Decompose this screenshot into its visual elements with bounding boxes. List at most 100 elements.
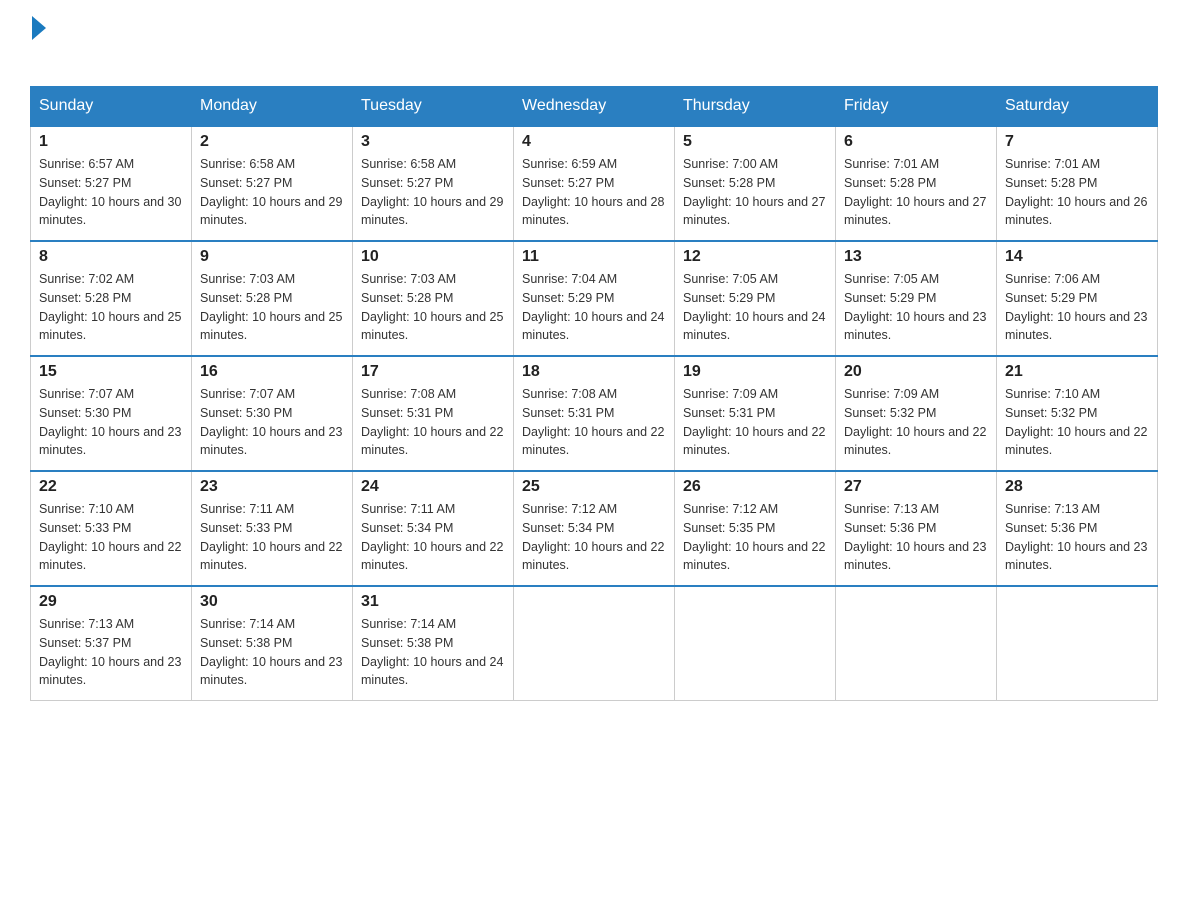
calendar-cell: 27 Sunrise: 7:13 AM Sunset: 5:36 PM Dayl…	[836, 471, 997, 586]
calendar-cell: 31 Sunrise: 7:14 AM Sunset: 5:38 PM Dayl…	[353, 586, 514, 701]
calendar-cell: 3 Sunrise: 6:58 AM Sunset: 5:27 PM Dayli…	[353, 126, 514, 241]
day-info: Sunrise: 7:09 AM Sunset: 5:32 PM Dayligh…	[844, 385, 988, 460]
calendar-cell: 18 Sunrise: 7:08 AM Sunset: 5:31 PM Dayl…	[514, 356, 675, 471]
day-number: 6	[844, 133, 988, 151]
day-number: 28	[1005, 478, 1149, 496]
day-number: 7	[1005, 133, 1149, 151]
calendar-cell: 25 Sunrise: 7:12 AM Sunset: 5:34 PM Dayl…	[514, 471, 675, 586]
day-number: 10	[361, 248, 505, 266]
day-info: Sunrise: 7:06 AM Sunset: 5:29 PM Dayligh…	[1005, 270, 1149, 345]
day-number: 19	[683, 363, 827, 381]
calendar-cell	[675, 586, 836, 701]
calendar-cell: 9 Sunrise: 7:03 AM Sunset: 5:28 PM Dayli…	[192, 241, 353, 356]
day-info: Sunrise: 7:13 AM Sunset: 5:36 PM Dayligh…	[844, 500, 988, 575]
day-number: 16	[200, 363, 344, 381]
day-number: 1	[39, 133, 183, 151]
day-number: 15	[39, 363, 183, 381]
weekday-header-friday: Friday	[836, 87, 997, 127]
calendar-cell: 24 Sunrise: 7:11 AM Sunset: 5:34 PM Dayl…	[353, 471, 514, 586]
day-info: Sunrise: 7:10 AM Sunset: 5:32 PM Dayligh…	[1005, 385, 1149, 460]
day-info: Sunrise: 6:58 AM Sunset: 5:27 PM Dayligh…	[361, 155, 505, 230]
day-number: 11	[522, 248, 666, 266]
day-number: 18	[522, 363, 666, 381]
day-info: Sunrise: 7:08 AM Sunset: 5:31 PM Dayligh…	[522, 385, 666, 460]
day-info: Sunrise: 7:14 AM Sunset: 5:38 PM Dayligh…	[361, 615, 505, 690]
day-number: 4	[522, 133, 666, 151]
weekday-header-saturday: Saturday	[997, 87, 1158, 127]
weekday-header-wednesday: Wednesday	[514, 87, 675, 127]
day-number: 26	[683, 478, 827, 496]
calendar-cell: 4 Sunrise: 6:59 AM Sunset: 5:27 PM Dayli…	[514, 126, 675, 241]
day-number: 9	[200, 248, 344, 266]
calendar-cell: 14 Sunrise: 7:06 AM Sunset: 5:29 PM Dayl…	[997, 241, 1158, 356]
calendar-cell: 22 Sunrise: 7:10 AM Sunset: 5:33 PM Dayl…	[31, 471, 192, 586]
day-number: 24	[361, 478, 505, 496]
day-number: 12	[683, 248, 827, 266]
logo-arrow-icon	[32, 16, 46, 40]
calendar-cell: 16 Sunrise: 7:07 AM Sunset: 5:30 PM Dayl…	[192, 356, 353, 471]
day-info: Sunrise: 7:12 AM Sunset: 5:35 PM Dayligh…	[683, 500, 827, 575]
day-number: 31	[361, 593, 505, 611]
day-number: 23	[200, 478, 344, 496]
day-info: Sunrise: 6:57 AM Sunset: 5:27 PM Dayligh…	[39, 155, 183, 230]
calendar-cell: 15 Sunrise: 7:07 AM Sunset: 5:30 PM Dayl…	[31, 356, 192, 471]
day-number: 30	[200, 593, 344, 611]
calendar-cell: 11 Sunrise: 7:04 AM Sunset: 5:29 PM Dayl…	[514, 241, 675, 356]
page-header	[30, 20, 1158, 66]
day-number: 8	[39, 248, 183, 266]
day-info: Sunrise: 7:13 AM Sunset: 5:37 PM Dayligh…	[39, 615, 183, 690]
calendar-cell: 29 Sunrise: 7:13 AM Sunset: 5:37 PM Dayl…	[31, 586, 192, 701]
calendar-cell: 6 Sunrise: 7:01 AM Sunset: 5:28 PM Dayli…	[836, 126, 997, 241]
day-info: Sunrise: 7:05 AM Sunset: 5:29 PM Dayligh…	[844, 270, 988, 345]
day-number: 29	[39, 593, 183, 611]
calendar-cell: 1 Sunrise: 6:57 AM Sunset: 5:27 PM Dayli…	[31, 126, 192, 241]
calendar-cell: 21 Sunrise: 7:10 AM Sunset: 5:32 PM Dayl…	[997, 356, 1158, 471]
calendar-cell: 26 Sunrise: 7:12 AM Sunset: 5:35 PM Dayl…	[675, 471, 836, 586]
day-info: Sunrise: 7:07 AM Sunset: 5:30 PM Dayligh…	[39, 385, 183, 460]
day-info: Sunrise: 6:58 AM Sunset: 5:27 PM Dayligh…	[200, 155, 344, 230]
day-info: Sunrise: 7:03 AM Sunset: 5:28 PM Dayligh…	[200, 270, 344, 345]
calendar-cell: 10 Sunrise: 7:03 AM Sunset: 5:28 PM Dayl…	[353, 241, 514, 356]
day-info: Sunrise: 7:10 AM Sunset: 5:33 PM Dayligh…	[39, 500, 183, 575]
day-number: 17	[361, 363, 505, 381]
weekday-header-sunday: Sunday	[31, 87, 192, 127]
day-info: Sunrise: 7:12 AM Sunset: 5:34 PM Dayligh…	[522, 500, 666, 575]
day-number: 13	[844, 248, 988, 266]
day-info: Sunrise: 7:02 AM Sunset: 5:28 PM Dayligh…	[39, 270, 183, 345]
weekday-header-monday: Monday	[192, 87, 353, 127]
calendar-cell: 19 Sunrise: 7:09 AM Sunset: 5:31 PM Dayl…	[675, 356, 836, 471]
calendar-cell: 12 Sunrise: 7:05 AM Sunset: 5:29 PM Dayl…	[675, 241, 836, 356]
logo	[30, 20, 46, 66]
day-info: Sunrise: 7:05 AM Sunset: 5:29 PM Dayligh…	[683, 270, 827, 345]
day-info: Sunrise: 7:04 AM Sunset: 5:29 PM Dayligh…	[522, 270, 666, 345]
calendar-cell: 23 Sunrise: 7:11 AM Sunset: 5:33 PM Dayl…	[192, 471, 353, 586]
calendar-cell	[514, 586, 675, 701]
day-info: Sunrise: 7:00 AM Sunset: 5:28 PM Dayligh…	[683, 155, 827, 230]
day-number: 27	[844, 478, 988, 496]
weekday-header-thursday: Thursday	[675, 87, 836, 127]
calendar-cell: 20 Sunrise: 7:09 AM Sunset: 5:32 PM Dayl…	[836, 356, 997, 471]
day-info: Sunrise: 7:09 AM Sunset: 5:31 PM Dayligh…	[683, 385, 827, 460]
calendar-table: SundayMondayTuesdayWednesdayThursdayFrid…	[30, 86, 1158, 701]
day-info: Sunrise: 7:01 AM Sunset: 5:28 PM Dayligh…	[844, 155, 988, 230]
calendar-week-1: 1 Sunrise: 6:57 AM Sunset: 5:27 PM Dayli…	[31, 126, 1158, 241]
calendar-cell: 5 Sunrise: 7:00 AM Sunset: 5:28 PM Dayli…	[675, 126, 836, 241]
calendar-cell: 13 Sunrise: 7:05 AM Sunset: 5:29 PM Dayl…	[836, 241, 997, 356]
day-info: Sunrise: 7:03 AM Sunset: 5:28 PM Dayligh…	[361, 270, 505, 345]
calendar-cell: 8 Sunrise: 7:02 AM Sunset: 5:28 PM Dayli…	[31, 241, 192, 356]
calendar-cell	[997, 586, 1158, 701]
day-info: Sunrise: 7:08 AM Sunset: 5:31 PM Dayligh…	[361, 385, 505, 460]
calendar-cell: 7 Sunrise: 7:01 AM Sunset: 5:28 PM Dayli…	[997, 126, 1158, 241]
day-info: Sunrise: 7:11 AM Sunset: 5:33 PM Dayligh…	[200, 500, 344, 575]
calendar-cell	[836, 586, 997, 701]
calendar-cell: 30 Sunrise: 7:14 AM Sunset: 5:38 PM Dayl…	[192, 586, 353, 701]
day-number: 2	[200, 133, 344, 151]
calendar-cell: 28 Sunrise: 7:13 AM Sunset: 5:36 PM Dayl…	[997, 471, 1158, 586]
day-info: Sunrise: 6:59 AM Sunset: 5:27 PM Dayligh…	[522, 155, 666, 230]
weekday-header-tuesday: Tuesday	[353, 87, 514, 127]
calendar-week-2: 8 Sunrise: 7:02 AM Sunset: 5:28 PM Dayli…	[31, 241, 1158, 356]
calendar-cell: 2 Sunrise: 6:58 AM Sunset: 5:27 PM Dayli…	[192, 126, 353, 241]
day-number: 22	[39, 478, 183, 496]
day-number: 21	[1005, 363, 1149, 381]
calendar-week-4: 22 Sunrise: 7:10 AM Sunset: 5:33 PM Dayl…	[31, 471, 1158, 586]
